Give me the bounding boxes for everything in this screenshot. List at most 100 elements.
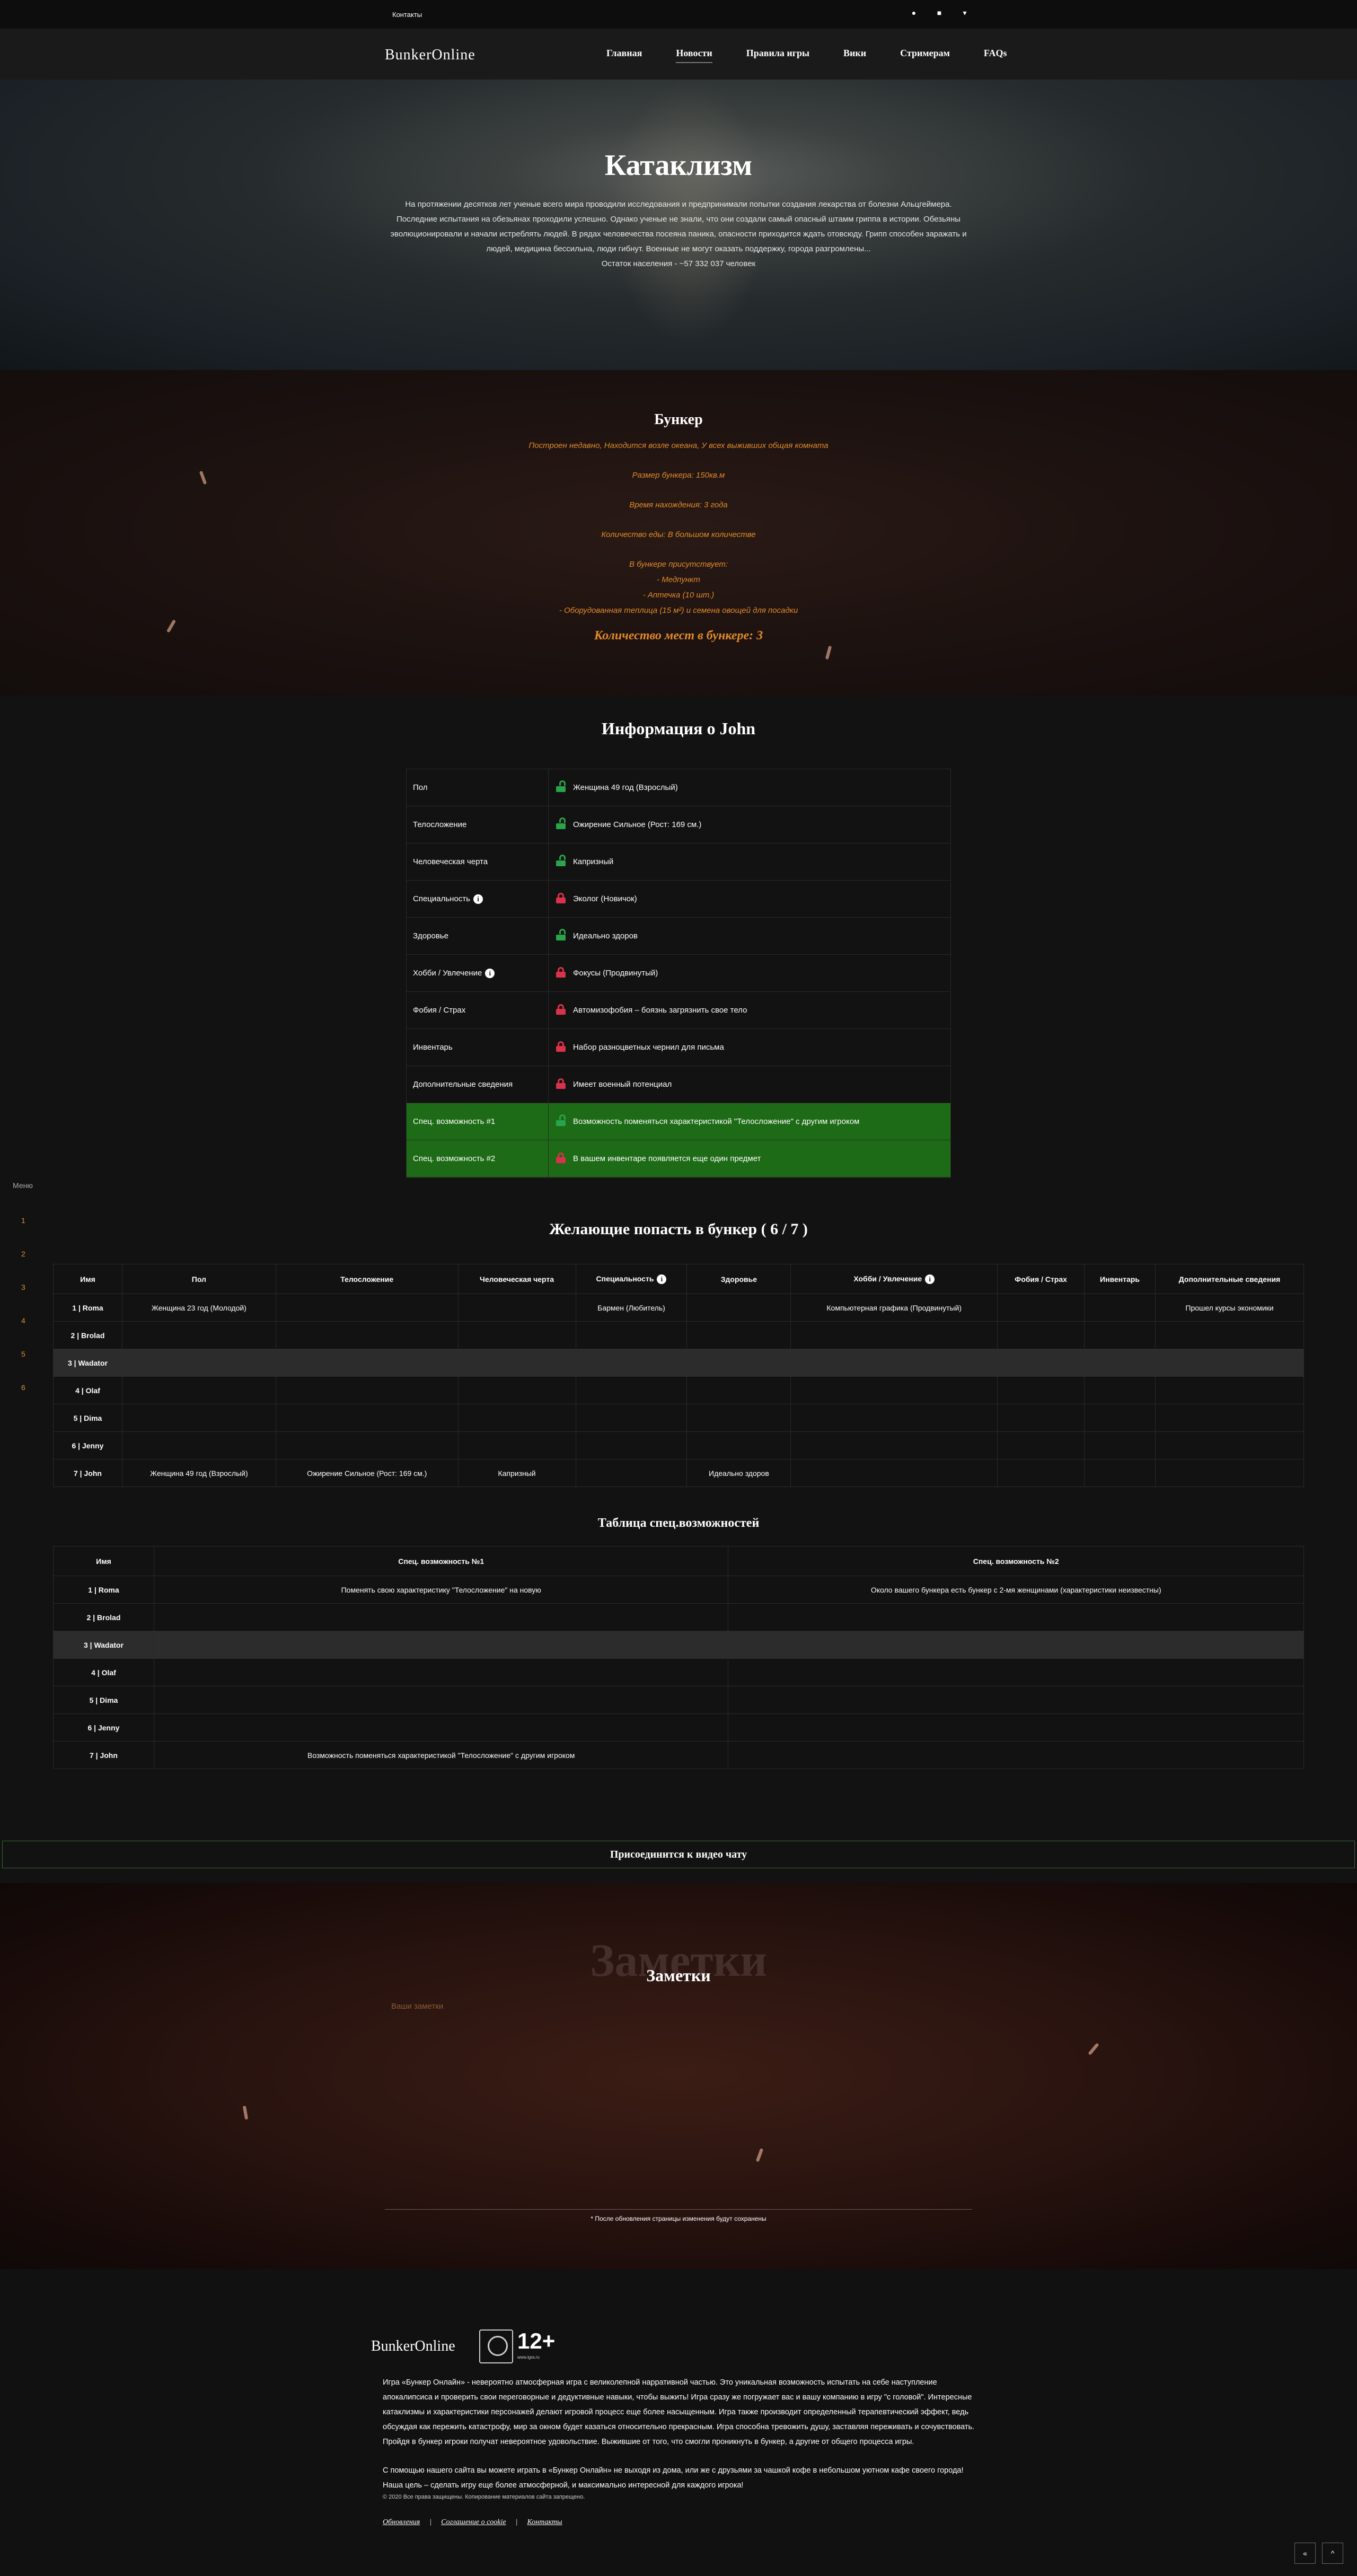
- notes-textarea[interactable]: [385, 1998, 972, 2210]
- info-icon[interactable]: i: [925, 1274, 935, 1284]
- table-cell: [575, 1376, 688, 1404]
- table-cell: [121, 1321, 276, 1349]
- info-value: Фокусы (Продвинутый): [549, 966, 950, 978]
- table-cell: Женщина 49 год (Взрослый): [121, 1459, 276, 1487]
- contacts-link[interactable]: Контакты: [392, 11, 422, 19]
- info-icon[interactable]: i: [473, 894, 483, 904]
- table-cell: [153, 1603, 729, 1631]
- info-icon[interactable]: i: [657, 1274, 667, 1284]
- side-menu-item[interactable]: 4: [21, 1316, 25, 1325]
- nav-home[interactable]: Главная: [606, 48, 642, 63]
- table-cell: [275, 1376, 459, 1404]
- unlock-icon[interactable]: [556, 1114, 566, 1126]
- column-header-label: Имя: [80, 1274, 95, 1283]
- info-value: Капризный: [549, 854, 950, 866]
- nav-rules[interactable]: Правила игры: [746, 48, 809, 63]
- footer-link-contacts[interactable]: Контакты: [527, 2518, 562, 2527]
- nav-news[interactable]: Новости: [676, 48, 712, 63]
- player-name-cell: 6 | Jenny: [53, 1431, 122, 1460]
- lock-icon[interactable]: [556, 892, 566, 903]
- nav-faqs[interactable]: FAQs: [984, 48, 1007, 63]
- table-cell: [997, 1349, 1085, 1377]
- info-key: Дополнительные сведения: [407, 1066, 549, 1103]
- side-menu-item[interactable]: 3: [21, 1283, 25, 1291]
- table-row: 3 | Wadator: [53, 1349, 1304, 1377]
- table-cell: [790, 1431, 998, 1460]
- info-row: Здоровье Идеально здоров: [407, 918, 950, 955]
- table-cell: [997, 1431, 1085, 1460]
- column-header: Дополнительные сведения: [1155, 1264, 1304, 1294]
- cart-icon[interactable]: ▾: [961, 8, 969, 17]
- info-row: Человеческая черта Капризный: [407, 843, 950, 881]
- lock-icon[interactable]: [556, 966, 566, 978]
- lock-icon[interactable]: [556, 1078, 566, 1089]
- table-row: 7 | John Возможность поменяться характери…: [53, 1741, 1304, 1769]
- table-cell: [1155, 1321, 1304, 1349]
- table-row: 7 | John Женщина 49 год (Взрослый) Ожирени…: [53, 1459, 1304, 1487]
- info-row: Хобби / Увлечение i Фокусы (Продвинутый): [407, 955, 950, 992]
- table-cell: [1084, 1404, 1156, 1432]
- prev-icon[interactable]: «: [1294, 2543, 1316, 2564]
- info-icon[interactable]: i: [485, 968, 495, 978]
- side-menu-item[interactable]: 6: [21, 1383, 25, 1392]
- table-row: 3 | Wadator: [53, 1631, 1304, 1659]
- table-cell: [1155, 1349, 1304, 1377]
- nav-wiki[interactable]: Вики: [843, 48, 866, 63]
- vk-icon[interactable]: ●: [910, 8, 918, 17]
- unlock-icon[interactable]: [556, 854, 566, 866]
- table-cell: [728, 1658, 1304, 1686]
- table-cell: [1084, 1431, 1156, 1460]
- table-cell: [153, 1713, 729, 1742]
- discord-icon[interactable]: ■: [935, 8, 944, 17]
- table-row: 4 | Olaf: [53, 1376, 1304, 1404]
- footer-link-cookie[interactable]: Соглашение о cookie: [441, 2518, 506, 2527]
- lock-icon[interactable]: [556, 1004, 566, 1015]
- info-key: Инвентарь: [407, 1029, 549, 1066]
- info-value: Возможность поменяться характеристикой "…: [549, 1114, 950, 1126]
- player-name-cell: 4 | Olaf: [53, 1376, 122, 1404]
- side-menu-item[interactable]: 2: [21, 1250, 25, 1258]
- table-cell: [457, 1404, 576, 1432]
- player-name-cell: 2 | Brolad: [53, 1603, 154, 1631]
- info-key: Спец. возможность #2: [407, 1140, 549, 1177]
- table-row: 6 | Jenny: [53, 1713, 1304, 1742]
- column-header-label: Спец. возможность №1: [398, 1557, 484, 1566]
- footer-description: Игра «Бункер Онлайн» - невероятно атмосф…: [383, 2375, 976, 2493]
- unlock-icon[interactable]: [556, 928, 566, 940]
- table-cell: [575, 1321, 688, 1349]
- table-cell: [1084, 1294, 1156, 1322]
- info-row: Специальность i Эколог (Новичок): [407, 881, 950, 918]
- unlock-icon[interactable]: [556, 780, 566, 792]
- footer-link-updates[interactable]: Обновления: [383, 2518, 420, 2527]
- info-key-label: Специальность: [413, 894, 470, 903]
- table-cell: [121, 1349, 276, 1377]
- join-video-chat-button[interactable]: Присоединится к видео чату: [2, 1841, 1355, 1868]
- info-value: В вашем инвентаре появляется еще один пр…: [549, 1152, 950, 1163]
- logo[interactable]: BunkerOnline: [385, 47, 475, 64]
- bunker-details: Построен недавно, Находится возле океана…: [0, 438, 1357, 618]
- info-key: Спец. возможность #1: [407, 1103, 549, 1140]
- table-cell: [728, 1741, 1304, 1769]
- info-key-label: Пол: [413, 783, 428, 792]
- info-key: Телосложение: [407, 806, 549, 843]
- table-cell: [457, 1294, 576, 1322]
- table-cell: [275, 1349, 459, 1377]
- bunker-item: - Оборудованная теплица (15 м²) и семена…: [559, 606, 798, 615]
- table-cell: [153, 1631, 729, 1659]
- info-value: Женщина 49 год (Взрослый): [549, 780, 950, 792]
- nav-streamers[interactable]: Стримерам: [900, 48, 950, 63]
- info-value-text: Имеет военный потенциал: [573, 1080, 672, 1089]
- scroll-top-icon[interactable]: ^: [1322, 2543, 1343, 2564]
- lock-icon[interactable]: [556, 1152, 566, 1163]
- table-cell: [686, 1431, 791, 1460]
- side-menu-label[interactable]: Меню: [13, 1181, 33, 1190]
- table-cell: Ожирение Сильное (Рост: 169 см.): [275, 1459, 459, 1487]
- table-cell: [1084, 1349, 1156, 1377]
- side-menu-item[interactable]: 5: [21, 1350, 25, 1358]
- bunker-food: Количество еды: В большом количестве: [601, 530, 756, 539]
- lock-icon[interactable]: [556, 1041, 566, 1052]
- table-cell: [121, 1431, 276, 1460]
- unlock-icon[interactable]: [556, 817, 566, 829]
- info-key: Пол: [407, 769, 549, 806]
- game-badge-icon: [479, 2329, 513, 2363]
